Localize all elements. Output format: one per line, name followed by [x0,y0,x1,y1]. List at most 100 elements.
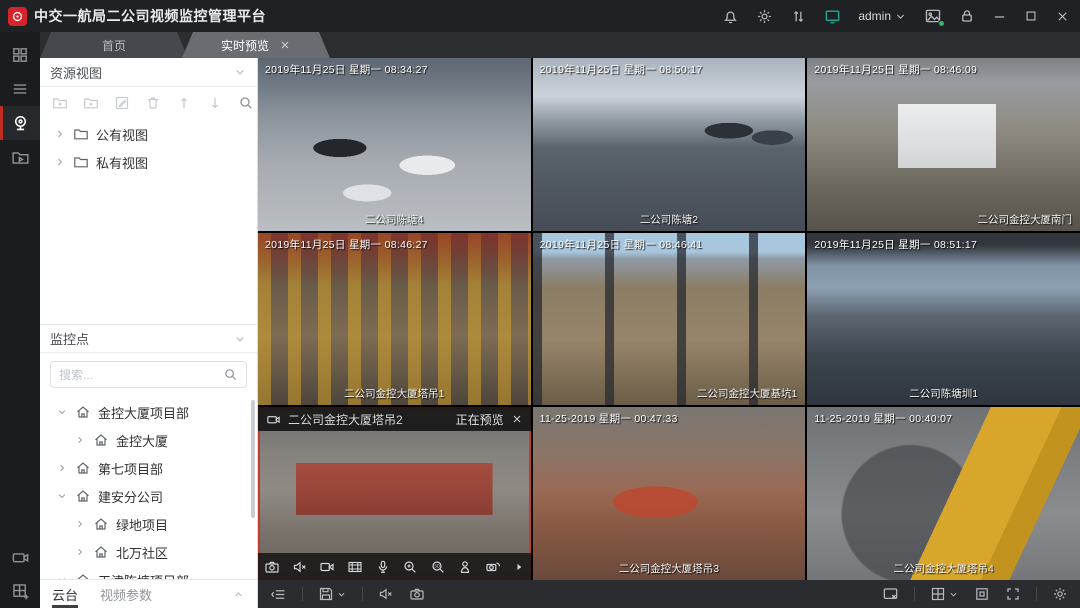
fullscreen-icon[interactable] [1005,586,1021,602]
record-video-icon[interactable] [319,559,335,575]
caret-right-icon[interactable] [56,462,68,474]
tab-ptz[interactable]: 云台 [52,580,78,608]
rail-video-call-icon[interactable] [0,540,40,574]
monitor-points-header[interactable]: 监控点 [40,324,257,353]
popout-window-icon[interactable] [974,586,990,602]
tree-item-site[interactable]: 天津陈塘项目部 [40,566,257,579]
save-view-button[interactable] [318,586,347,602]
video-cell-6[interactable]: 2019年11月25日 星期一 08:51:17 二公司陈塘圳1 [807,233,1080,406]
3d-zoom-icon[interactable] [430,559,446,575]
video-cell-7-selected[interactable]: 二公司金控大厦塔吊2 正在预览 [258,407,531,580]
caret-down-icon[interactable] [56,406,68,418]
edit-icon[interactable] [114,95,130,111]
move-up-icon[interactable] [176,95,192,111]
app-logo-icon [8,7,27,26]
lock-icon[interactable] [959,8,975,24]
preview-status: 正在预览 [456,411,504,428]
settings-gear-icon[interactable] [756,8,773,25]
tree-item-site[interactable]: 第七项目部 [40,454,257,482]
video-timestamp: 2019年11月25日 星期一 08:50:17 [540,62,703,77]
collapse-panel-icon[interactable] [270,586,287,603]
search-box[interactable] [50,361,247,388]
home-icon [75,572,91,579]
user-menu[interactable]: admin [858,9,907,23]
save-icon [318,586,334,602]
camera-name: 二公司陈塘2 [533,212,806,227]
video-cell-4[interactable]: 2019年11月25日 星期一 08:46:27 二公司金控大厦塔吊1 [258,233,531,406]
tree-scrollbar[interactable] [251,400,255,518]
notifications-bell-icon[interactable] [722,8,739,25]
snapshot-all-camera-icon[interactable] [409,586,425,602]
caret-down-icon[interactable] [56,574,68,579]
digital-zoom-icon[interactable] [402,559,418,575]
caret-right-icon[interactable] [54,128,66,140]
video-cell-5[interactable]: 2019年11月25日 星期一 08:46:41 二公司金控大厦基坑1 [533,233,806,406]
delete-trash-icon[interactable] [145,95,161,111]
more-tools-arrow-icon[interactable] [513,561,525,573]
tab-home[interactable]: 首页 [40,32,188,58]
mute-all-speaker-icon[interactable] [378,586,394,602]
close-all-videos-icon[interactable] [882,586,899,603]
ptz-control-icon[interactable] [485,559,501,575]
minimize-button[interactable] [992,9,1007,24]
titlebar: 中交一航局二公司视频监控管理平台 admin [0,0,1080,32]
chevron-down-icon [948,589,959,600]
app-title: 中交一航局二公司视频监控管理平台 [34,6,266,26]
close-video-icon[interactable] [511,413,523,425]
chevron-down-icon [336,589,347,600]
caret-right-icon[interactable] [74,518,86,530]
left-panel: 资源视图 [40,58,258,608]
tree-item-private-views[interactable]: 私有视图 [40,148,257,176]
resource-view-header[interactable]: 资源视图 [40,58,257,87]
rail-live-camera-icon[interactable] [0,106,40,140]
tree-item-label: 公有视图 [96,125,148,144]
brand: 中交一航局二公司视频监控管理平台 [8,6,266,26]
close-button[interactable] [1055,9,1070,24]
grid-layout-button[interactable] [930,586,959,602]
search-icon[interactable] [238,95,254,111]
tab-close-icon[interactable] [279,39,291,51]
tab-live-preview[interactable]: 实时预览 [182,32,330,58]
video-cell-2[interactable]: 2019年11月25日 星期一 08:50:17 二公司陈塘2 [533,58,806,231]
search-icon[interactable] [223,367,238,382]
settings-gear-icon[interactable] [1052,586,1068,602]
instant-playback-icon[interactable] [347,559,363,575]
snapshot-camera-icon[interactable] [264,559,280,575]
camera-name: 二公司金控大厦塔吊4 [807,561,1080,576]
tree-item-site[interactable]: 绿地项目 [40,510,257,538]
monitor-points-title: 监控点 [50,329,89,348]
add-view-icon[interactable] [83,95,99,111]
tab-video-params[interactable]: 视频参数 [100,580,152,608]
snapshot-gallery-icon[interactable] [924,7,942,25]
tree-item-public-views[interactable]: 公有视图 [40,120,257,148]
caret-right-icon[interactable] [74,546,86,558]
microphone-icon[interactable] [375,559,391,575]
rail-playback-folder-icon[interactable] [0,140,40,174]
tree-item-site[interactable]: 金控大厦项目部 [40,398,257,426]
move-down-icon[interactable] [207,95,223,111]
tree-item-site[interactable]: 建安分公司 [40,482,257,510]
home-icon [93,516,109,532]
collapse-chevron-up-icon[interactable] [232,588,245,601]
data-flow-sort-icon[interactable] [790,8,807,25]
video-cell-1[interactable]: 2019年11月25日 星期一 08:34:27 二公司陈塘4 [258,58,531,231]
maximize-button[interactable] [1024,9,1038,23]
video-cell-9[interactable]: 11-25-2019 星期一 00:40:07 二公司金控大厦塔吊4 [807,407,1080,580]
new-folder-icon[interactable] [52,95,68,111]
camera-name: 二公司金控大厦基坑1 [533,386,806,401]
video-cell-8[interactable]: 11-25-2019 星期一 00:47:33 二公司金控大厦塔吊3 [533,407,806,580]
caret-right-icon[interactable] [54,156,66,168]
tree-item-site[interactable]: 金控大厦 [40,426,257,454]
rail-dashboard-grid-icon[interactable] [0,38,40,72]
video-cell-3[interactable]: 2019年11月25日 星期一 08:46:09 二公司金控大厦南门 [807,58,1080,231]
caret-right-icon[interactable] [74,434,86,446]
person-tag-icon[interactable] [457,559,473,575]
rail-wall-add-icon[interactable] [0,574,40,608]
mute-speaker-icon[interactable] [292,559,308,575]
tree-item-site[interactable]: 北万社区 [40,538,257,566]
rail-menu-list-icon[interactable] [0,72,40,106]
screen-cast-icon[interactable] [824,8,841,25]
video-timestamp: 2019年11月25日 星期一 08:46:41 [540,237,703,252]
search-input[interactable] [59,368,223,382]
caret-down-icon[interactable] [56,490,68,502]
